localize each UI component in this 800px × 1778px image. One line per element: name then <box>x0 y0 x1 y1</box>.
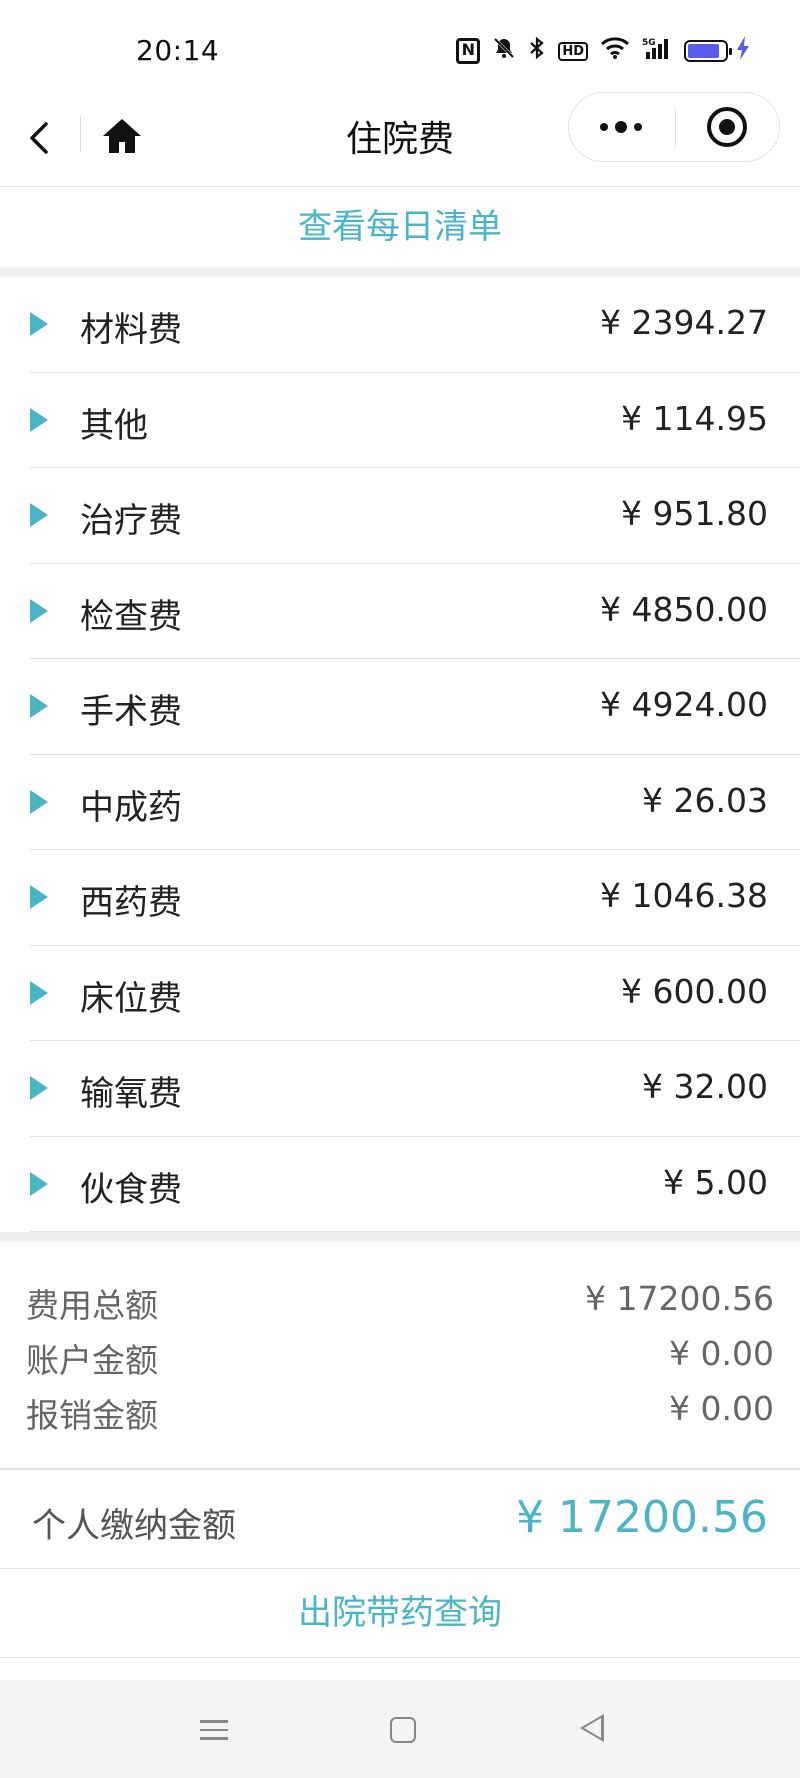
fee-name: 手术费 <box>80 692 182 732</box>
fee-row[interactable]: 治疗费 ¥ 951.80 <box>0 468 800 564</box>
more-button[interactable] <box>569 93 673 161</box>
account-value: ¥ 0.00 <box>669 1334 774 1373</box>
signal-5g-icon: 5G <box>642 36 672 66</box>
bluetooth-icon <box>528 36 546 66</box>
daily-list-link[interactable]: 查看每日清单 <box>0 187 800 267</box>
battery-icon <box>684 40 732 62</box>
hd-icon: HD <box>558 41 588 61</box>
fee-name: 检查费 <box>80 596 182 637</box>
expand-triangle-icon <box>30 1171 48 1196</box>
fee-row[interactable]: 床位费 ¥ 600.00 <box>0 946 800 1041</box>
fee-amount: ¥ 4850.00 <box>600 589 768 629</box>
back-triangle-icon[interactable] <box>580 1714 604 1742</box>
fee-row[interactable]: 西药费 ¥ 1046.38 <box>0 850 800 946</box>
fee-amount: ¥ 32.00 <box>642 1067 768 1106</box>
home-button[interactable] <box>100 114 144 158</box>
expand-triangle-icon <box>30 503 48 527</box>
more-dot <box>634 123 642 131</box>
fee-row[interactable]: 材料费 ¥ 2394.27 <box>0 277 800 373</box>
personal-payment-row: 个人缴纳金额 ¥ 17200.56 <box>0 1470 800 1569</box>
status-bar: 20:14 N HD 5G <box>0 0 800 100</box>
section-gap <box>0 267 800 277</box>
status-time: 20:14 <box>136 34 220 67</box>
fee-row[interactable]: 输氧费 ¥ 32.00 <box>0 1041 800 1137</box>
close-target-icon[interactable] <box>707 107 747 147</box>
total-value: ¥ 17200.56 <box>585 1279 774 1318</box>
wifi-icon <box>600 36 630 66</box>
home-square-icon[interactable] <box>390 1717 416 1743</box>
menu-icon[interactable] <box>200 1714 232 1746</box>
fee-amount: ¥ 5.00 <box>663 1162 768 1202</box>
battery-fill <box>688 44 719 58</box>
expand-triangle-icon <box>30 1076 48 1100</box>
total-row: 费用总额 ¥ 17200.56 <box>26 1279 774 1329</box>
reimburse-value: ¥ 0.00 <box>669 1389 774 1428</box>
personal-payment-value: ¥ 17200.56 <box>516 1492 768 1543</box>
discharge-medicine-link[interactable]: 出院带药查询 <box>0 1569 800 1658</box>
expand-triangle-icon <box>30 789 48 814</box>
charging-icon <box>736 36 750 66</box>
fee-name: 治疗费 <box>80 501 182 541</box>
account-row: 账户金额 ¥ 0.00 <box>26 1334 774 1384</box>
back-button[interactable] <box>28 118 68 168</box>
expand-triangle-icon <box>30 312 48 336</box>
fee-row[interactable]: 检查费 ¥ 4850.00 <box>0 564 800 659</box>
capsule-divider <box>675 109 676 147</box>
fee-amount: ¥ 2394.27 <box>600 303 768 342</box>
fee-row[interactable]: 伙食费 ¥ 5.00 <box>0 1137 800 1232</box>
fee-amount: ¥ 26.03 <box>642 780 768 820</box>
reimburse-row: 报销金额 ¥ 0.00 <box>26 1389 774 1439</box>
more-dots-icon <box>600 123 608 131</box>
nav-separator <box>80 116 81 152</box>
expand-triangle-icon <box>30 598 48 623</box>
nav-bar: 住院费 <box>0 92 800 187</box>
fee-name: 其他 <box>80 405 148 446</box>
account-label: 账户金额 <box>26 1341 158 1380</box>
fee-row[interactable]: 中成药 ¥ 26.03 <box>0 755 800 850</box>
fee-name: 床位费 <box>80 978 182 1019</box>
fee-name: 中成药 <box>80 787 182 828</box>
fee-amount: ¥ 951.80 <box>621 494 768 533</box>
expand-triangle-icon <box>30 980 48 1005</box>
section-gap <box>0 1232 800 1242</box>
fee-list: 材料费 ¥ 2394.27 其他 ¥ 114.95 治疗费 ¥ 951.80 检… <box>0 277 800 1232</box>
expand-triangle-icon <box>30 407 48 432</box>
expand-triangle-icon <box>30 694 48 718</box>
home-icon <box>103 119 141 153</box>
fee-name: 输氧费 <box>80 1074 182 1114</box>
fee-name: 西药费 <box>80 883 182 923</box>
svg-text:5G: 5G <box>642 38 656 48</box>
nfc-icon: N <box>456 38 481 64</box>
mini-program-capsule <box>568 92 780 162</box>
total-label: 费用总额 <box>26 1286 158 1325</box>
fee-summary: 费用总额 ¥ 17200.56 账户金额 ¥ 0.00 报销金额 ¥ 0.00 <box>0 1242 800 1468</box>
fee-name: 伙食费 <box>80 1169 182 1210</box>
fee-row[interactable]: 其他 ¥ 114.95 <box>0 373 800 468</box>
fee-amount: ¥ 1046.38 <box>600 876 768 915</box>
fee-amount: ¥ 600.00 <box>621 971 768 1011</box>
fee-name: 材料费 <box>80 310 182 350</box>
personal-payment-label: 个人缴纳金额 <box>32 1506 236 1546</box>
fee-amount: ¥ 114.95 <box>621 398 768 438</box>
system-nav-bar <box>0 1680 800 1778</box>
chevron-left-icon <box>30 122 48 154</box>
more-dot <box>615 121 627 133</box>
fee-amount: ¥ 4924.00 <box>600 685 768 724</box>
status-icons: N HD 5G <box>456 36 750 66</box>
reimburse-label: 报销金额 <box>26 1396 158 1435</box>
expand-triangle-icon <box>30 885 48 909</box>
fee-row[interactable]: 手术费 ¥ 4924.00 <box>0 659 800 755</box>
mute-icon <box>492 36 516 66</box>
